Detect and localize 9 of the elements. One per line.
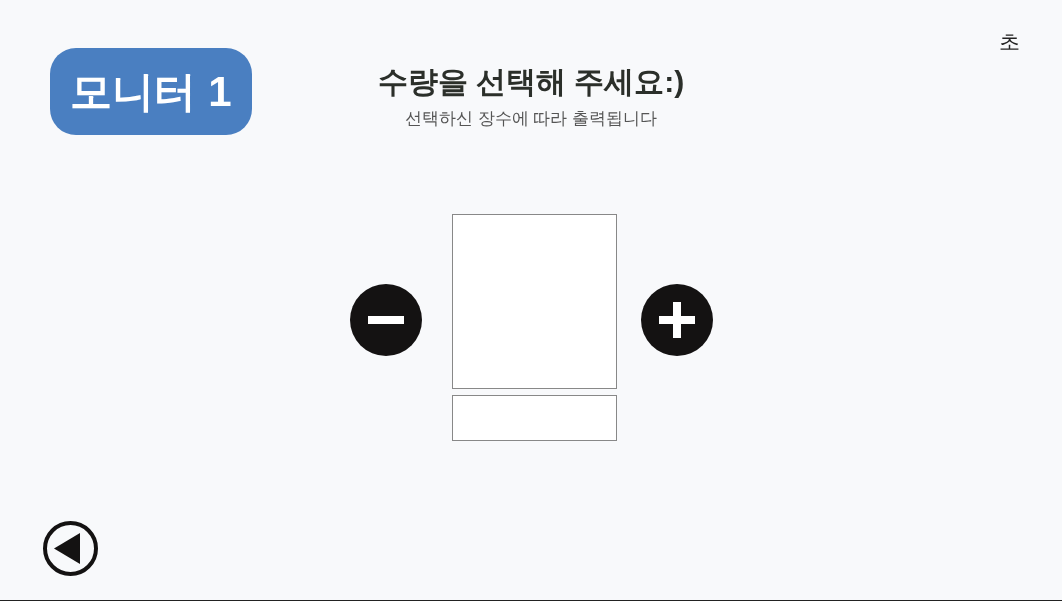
- decrease-button[interactable]: [349, 284, 422, 356]
- page-subtitle: 선택하신 장수에 따라 출력됩니다: [404, 108, 658, 130]
- increase-button[interactable]: [640, 284, 713, 356]
- timer-label: 초: [999, 30, 1020, 53]
- monitor-badge: 모니터 1: [50, 48, 252, 135]
- minus-circle-icon: [349, 284, 422, 356]
- page-title: 수량을 선택해 주세요:): [377, 64, 685, 100]
- plus-circle-icon: [640, 284, 713, 356]
- back-button[interactable]: [43, 521, 98, 576]
